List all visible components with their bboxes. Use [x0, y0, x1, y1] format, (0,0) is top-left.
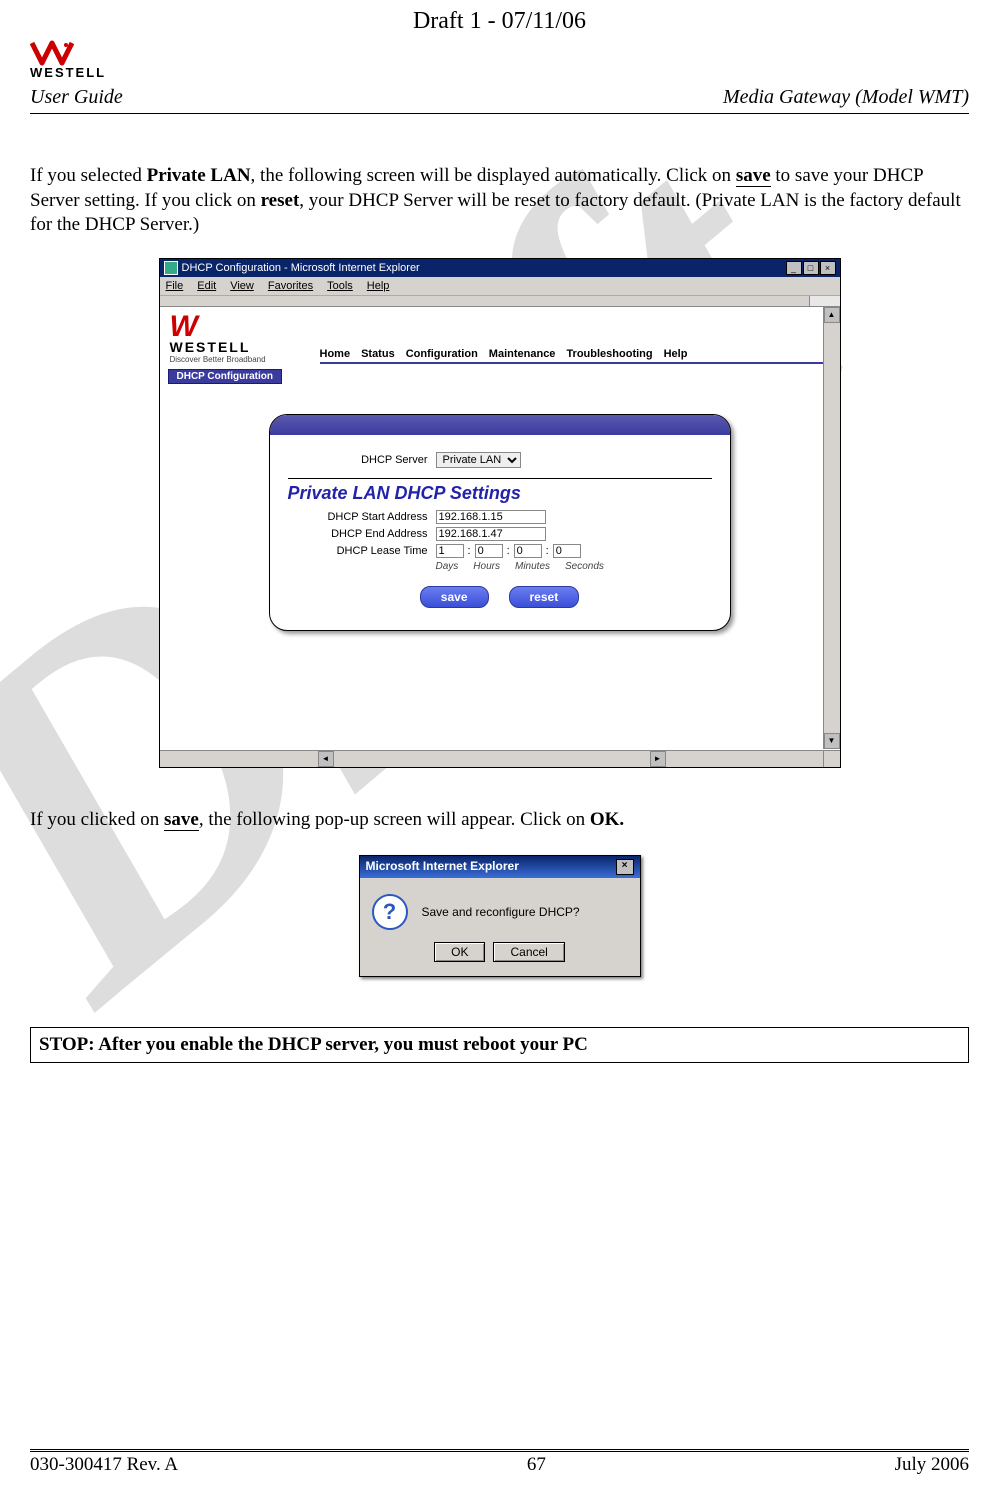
ie-titlebar: DHCP Configuration - Microsoft Internet …	[160, 259, 840, 277]
nav-troubleshooting[interactable]: Troubleshooting	[566, 348, 652, 360]
start-address-input[interactable]	[436, 510, 546, 524]
start-address-label: DHCP Start Address	[288, 511, 436, 523]
dialog-title: Microsoft Internet Explorer	[366, 859, 519, 875]
menu-favorites[interactable]: Favorites	[268, 280, 313, 292]
p1-m1: , the following screen will be displayed…	[251, 165, 736, 186]
menu-help[interactable]: Help	[367, 280, 390, 292]
browser-screenshot: DHCP Configuration - Microsoft Internet …	[159, 258, 841, 768]
minutes-input[interactable]	[514, 544, 542, 558]
lease-time-label: DHCP Lease Time	[288, 545, 436, 557]
seconds-l: Seconds	[565, 561, 604, 572]
section-title: Private LAN DHCP Settings	[288, 478, 712, 504]
hours-input[interactable]	[475, 544, 503, 558]
close-icon[interactable]: ×	[820, 261, 836, 275]
minutes-l: Minutes	[515, 561, 550, 572]
hours-l: Hours	[473, 561, 500, 572]
p2-b1: save	[164, 809, 199, 831]
window-title: DHCP Configuration - Microsoft Internet …	[182, 262, 420, 274]
dhcp-server-select[interactable]: Private LAN	[436, 452, 521, 468]
nav-configuration[interactable]: Configuration	[406, 348, 478, 360]
nav-status[interactable]: Status	[361, 348, 395, 360]
save-button[interactable]: save	[420, 586, 489, 608]
cancel-button[interactable]: Cancel	[493, 942, 564, 962]
reset-button[interactable]: reset	[509, 586, 580, 608]
vertical-scrollbar[interactable]: ▲ ▼	[823, 307, 840, 749]
westell-logo: WESTELL	[30, 39, 150, 84]
menu-view[interactable]: View	[230, 280, 254, 292]
p2-b2: OK.	[590, 809, 624, 830]
p1-b2: save	[736, 165, 771, 187]
user-guide-label: User Guide	[30, 86, 123, 109]
ie-toolbar-edge	[160, 296, 840, 307]
nav-row: Home Status Configuration Maintenance Tr…	[320, 348, 830, 364]
paragraph-1: If you selected Private LAN, the followi…	[30, 164, 969, 238]
question-icon: ?	[372, 894, 408, 930]
seconds-input[interactable]	[553, 544, 581, 558]
days-l: Days	[436, 561, 459, 572]
paragraph-2: If you clicked on save, the following po…	[30, 808, 969, 833]
resize-corner	[823, 750, 840, 767]
page-body: W WESTELL Discover Better Broadband Home…	[160, 307, 840, 767]
days-input[interactable]	[436, 544, 464, 558]
menu-edit[interactable]: Edit	[197, 280, 216, 292]
dialog-message: Save and reconfigure DHCP?	[422, 905, 580, 919]
dhcp-panel: DHCP Server Private LAN Private LAN DHCP…	[269, 414, 731, 631]
ok-button[interactable]: OK	[434, 942, 485, 962]
horizontal-scrollbar[interactable]: ◄►	[160, 750, 824, 767]
p1-b1: Private LAN	[147, 165, 251, 186]
ie-icon	[164, 261, 178, 275]
nav-maintenance[interactable]: Maintenance	[489, 348, 556, 360]
breadcrumb-label[interactable]: DHCP Configuration	[168, 369, 282, 384]
nav-home[interactable]: Home	[320, 348, 351, 360]
maximize-icon[interactable]: □	[803, 261, 819, 275]
end-address-input[interactable]	[436, 527, 546, 541]
router-logo: W WESTELL Discover Better Broadband	[170, 315, 300, 364]
end-address-label: DHCP End Address	[288, 528, 436, 540]
dialog-close-icon[interactable]: ×	[616, 859, 634, 875]
minimize-icon[interactable]: _	[786, 261, 802, 275]
nav-help[interactable]: Help	[664, 348, 688, 360]
dhcp-server-label: DHCP Server	[288, 454, 436, 466]
page-footer: 030-300417 Rev. A 67 July 2006	[30, 1451, 969, 1476]
model-label: Media Gateway (Model WMT)	[723, 86, 969, 109]
ie-menubar: File Edit View Favorites Tools Help	[160, 277, 840, 296]
p1-pre: If you selected	[30, 165, 147, 186]
menu-tools[interactable]: Tools	[327, 280, 353, 292]
footer-right: July 2006	[895, 1454, 969, 1476]
footer-center: 67	[527, 1454, 546, 1476]
confirm-dialog: Microsoft Internet Explorer × ? Save and…	[359, 855, 641, 977]
svg-text:WESTELL: WESTELL	[30, 65, 106, 79]
p2-pre: If you clicked on	[30, 809, 164, 830]
breadcrumb: DHCP Configuration	[168, 366, 840, 384]
menu-file[interactable]: File	[166, 280, 184, 292]
stop-notice: STOP: After you enable the DHCP server, …	[30, 1027, 969, 1063]
draft-header: Draft 1 - 07/11/06	[30, 0, 969, 35]
footer-left: 030-300417 Rev. A	[30, 1454, 178, 1476]
p1-b3: reset	[261, 190, 300, 211]
p2-mid: , the following pop-up screen will appea…	[199, 809, 590, 830]
